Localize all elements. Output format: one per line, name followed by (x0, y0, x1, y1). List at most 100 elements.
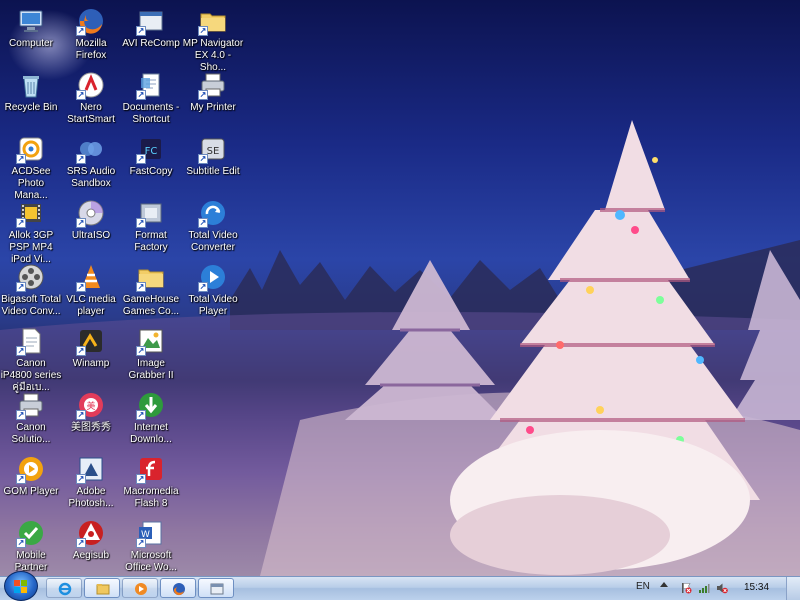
nero-icon: ↗ (76, 70, 106, 100)
start-button[interactable] (4, 571, 38, 601)
desktop-icon-documents[interactable]: ↗ Documents - Shortcut (120, 68, 182, 130)
desktop-icon-word[interactable]: W ↗ Microsoft Office Wo... (120, 516, 182, 578)
shortcut-arrow-icon: ↗ (198, 90, 208, 100)
desktop-icon-label: Bigasoft Total Video Conv... (1, 294, 61, 317)
desktop-icon-acdsee[interactable]: ↗ ACDSee Photo Mana... (0, 132, 62, 201)
desktop-icon-film[interactable]: ↗ Allok 3GP PSP MP4 iPod Vi... (0, 196, 62, 265)
desktop-icon-photoshop[interactable]: ↗ Adobe Photosh... (60, 452, 122, 514)
shortcut-arrow-icon: ↗ (16, 282, 26, 292)
subtitle-edit-icon: SE ↗ (198, 134, 228, 164)
desktop-icon-meitu[interactable]: 美 ↗ 美图秀秀 (60, 388, 122, 450)
shortcut-arrow-icon: ↗ (198, 218, 208, 228)
desktop-icon-flash[interactable]: ↗ Macromedia Flash 8 (120, 452, 182, 514)
taskbar-program-window[interactable] (198, 578, 234, 598)
desktop-icon-program[interactable]: ↗ AVI ReComp (120, 4, 182, 66)
taskbar-clock[interactable]: 15:34 (744, 582, 769, 593)
shortcut-arrow-icon: ↗ (136, 154, 146, 164)
desktop-icon-label: GameHouse Games Co... (122, 294, 180, 317)
folder-icon: ↗ (136, 262, 166, 292)
desktop-icon-winamp[interactable]: ↗ Winamp (60, 324, 122, 386)
firefox-icon (173, 583, 185, 596)
desktop-icon-gom-player[interactable]: ↗ GOM Player (0, 452, 62, 514)
shortcut-arrow-icon: ↗ (76, 282, 86, 292)
desktop-icon-printer[interactable]: ↗ Canon Solutio... (0, 388, 62, 450)
desktop-icon-download[interactable]: ↗ Internet Downlo... (120, 388, 182, 450)
desktop-icon-label: Microsoft Office Wo... (125, 550, 177, 573)
desktop-icon-vlc-cone[interactable]: ↗ VLC media player (60, 260, 122, 322)
desktop-icon-folder[interactable]: ↗ GameHouse Games Co... (120, 260, 182, 322)
taskbar: EN 15:34 (0, 571, 800, 601)
desktop-icon-fastcopy[interactable]: FC ↗ FastCopy (120, 132, 182, 194)
desktop-icon-label: Mobile Partner (14, 550, 48, 573)
desktop-icon-label: Aegisub (72, 550, 110, 561)
shortcut-arrow-icon: ↗ (16, 218, 26, 228)
desktop-icon-image-grabber[interactable]: ↗ Image Grabber II (120, 324, 182, 386)
desktop-icon-format-factory[interactable]: ↗ Format Factory (120, 196, 182, 258)
language-indicator[interactable]: EN (636, 581, 650, 592)
desktop-icon-label: Documents - Shortcut (122, 102, 180, 125)
desktop-icon-folder[interactable]: ↗ MP Navigator EX 4.0 - Sho... (182, 4, 244, 73)
computer-icon (16, 6, 46, 36)
show-hidden-icons-arrow-icon[interactable] (660, 582, 668, 587)
shortcut-arrow-icon: ↗ (76, 218, 86, 228)
desktop-icon-label: Winamp (72, 358, 110, 369)
desktop-icon-label: My Printer (190, 102, 236, 113)
desktop-icon-label: GOM Player (3, 486, 59, 497)
shortcut-arrow-icon: ↗ (16, 410, 26, 420)
show-desktop-button[interactable] (786, 577, 800, 600)
desktop-icon-label: Total Video Converter (188, 230, 238, 253)
desktop-icon-subtitle-edit[interactable]: SE ↗ Subtitle Edit (182, 132, 244, 194)
desktop-icon-label: Canon Solutio... (11, 422, 51, 445)
desktop-icon-video-player[interactable]: ↗ Total Video Player (182, 260, 244, 322)
desktop-icon-firefox[interactable]: ↗ Mozilla Firefox (60, 4, 122, 66)
shortcut-arrow-icon: ↗ (76, 154, 86, 164)
desktop-icon-label: 美图秀秀 (71, 422, 111, 433)
shortcut-arrow-icon: ↗ (198, 26, 208, 36)
printer-icon: ↗ (198, 70, 228, 100)
shortcut-arrow-icon: ↗ (198, 154, 208, 164)
desktop-icon-label: Internet Downlo... (130, 422, 172, 445)
taskbar-internet-explorer[interactable] (46, 578, 82, 598)
desktop-icon-printer[interactable]: ↗ My Printer (182, 68, 244, 130)
flash-icon: ↗ (136, 454, 166, 484)
desktop-icon-label: Macromedia Flash 8 (123, 486, 179, 509)
film-reel-icon: ↗ (16, 262, 46, 292)
download-icon: ↗ (136, 390, 166, 420)
desktop-icon-document[interactable]: ↗ Canon iP4800 series คู่มือเบ... (0, 324, 62, 393)
audio-icon: ↗ (76, 134, 106, 164)
acdsee-icon: ↗ (16, 134, 46, 164)
desktop-icon-label: Format Factory (134, 230, 168, 253)
desktop-icon-label: AVI ReComp (122, 38, 180, 49)
desktop-icon-disc[interactable]: ↗ UltraISO (60, 196, 122, 258)
taskbar-firefox[interactable] (160, 578, 196, 598)
svg-text:美: 美 (86, 400, 95, 412)
media-player-icon (135, 583, 147, 595)
desktop-icon-recycle-bin[interactable]: Recycle Bin (0, 68, 62, 130)
desktop-icon-audio[interactable]: ↗ SRS Audio Sandbox (60, 132, 122, 194)
desktop-icon-computer[interactable]: Computer (0, 4, 62, 66)
desktop-icon-label: Computer (9, 38, 53, 49)
desktop-icon-mobile-partner[interactable]: ↗ Mobile Partner (0, 516, 62, 578)
desktop-icon-aegisub[interactable]: ↗ Aegisub (60, 516, 122, 578)
shortcut-arrow-icon: ↗ (16, 474, 26, 484)
network-signal-icon[interactable] (698, 582, 710, 594)
shortcut-arrow-icon: ↗ (76, 410, 86, 420)
taskbar-media-player[interactable] (122, 578, 158, 598)
desktop-icon-film-reel[interactable]: ↗ Bigasoft Total Video Conv... (0, 260, 62, 322)
desktop-icon-video-converter[interactable]: ↗ Total Video Converter (182, 196, 244, 258)
taskbar-windows-explorer[interactable] (84, 578, 120, 598)
program-icon: ↗ (136, 6, 166, 36)
internet-explorer-icon (58, 582, 72, 596)
gom-player-icon: ↗ (16, 454, 46, 484)
desktop-icon-nero[interactable]: ↗ Nero StartSmart (60, 68, 122, 130)
shortcut-arrow-icon: ↗ (16, 538, 26, 548)
desktop-icon-label: VLC media player (66, 294, 116, 317)
disc-icon: ↗ (76, 198, 106, 228)
shortcut-arrow-icon: ↗ (136, 218, 146, 228)
action-center-flag-icon[interactable] (680, 582, 692, 594)
windows-logo-icon (14, 580, 27, 593)
volume-muted-icon[interactable] (716, 582, 728, 594)
shortcut-arrow-icon: ↗ (136, 90, 146, 100)
firefox-icon: ↗ (76, 6, 106, 36)
video-player-icon: ↗ (198, 262, 228, 292)
